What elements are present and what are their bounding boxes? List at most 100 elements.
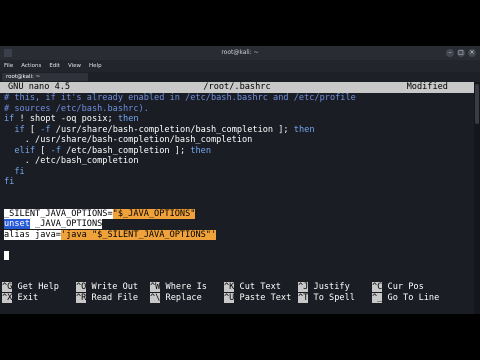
code-line: unset _JAVA_OPTIONS (0, 219, 474, 230)
code-token: ! shopt -oq posix; (14, 114, 118, 124)
shortcut-key: ^R (76, 293, 87, 303)
shortcut-bar: ^G Get Help ^O Write Out ^W Where Is ^K Cut… (0, 282, 474, 304)
shortcut-key: ^O (76, 282, 87, 292)
shortcut-item[interactable]: ^J Justify (298, 282, 372, 293)
shortcut-item[interactable]: ^_ Go To Line (372, 293, 446, 304)
shortcut-item[interactable]: ^U Paste Text (224, 293, 298, 304)
shortcut-item[interactable]: ^O Write Out (76, 282, 150, 293)
shortcut-label: Cut Text (234, 282, 281, 292)
text-cursor (4, 250, 9, 260)
text-buffer[interactable]: # this, if it's already enabled in /etc/… (0, 93, 474, 261)
code-token: /etc/bash_completion ]; (60, 145, 191, 156)
code-token: then (190, 145, 212, 156)
nano-filename: /root/.bashrc (203, 82, 271, 92)
shortcut-item[interactable]: ^G Get Help (2, 282, 76, 293)
tab-bar: root@kali: ~ (0, 72, 480, 82)
shortcut-row-1: ^G Get Help ^O Write Out ^W Where Is ^K Cut… (0, 282, 474, 293)
shortcut-key: ^T (298, 293, 309, 303)
nano-editor[interactable]: GNU nano 4.5 /root/.bashrc Modified # th… (0, 82, 474, 314)
menu-edit[interactable]: Edit (49, 60, 60, 72)
shortcut-key: ^\ (150, 293, 161, 303)
shortcut-label: Go To Line (382, 293, 440, 303)
letterbox-top (0, 0, 480, 46)
code-line: fi (0, 177, 474, 188)
window-titlebar: root@kali: ~ – □ × (0, 46, 480, 60)
code-line: alias java='java "$_SILENT_JAVA_OPTIONS"… (0, 229, 474, 241)
scrollbar[interactable] (474, 82, 480, 314)
shortcut-key: ^K (224, 282, 235, 292)
code-token: _JAVA_OPTIONS (29, 219, 103, 229)
close-icon[interactable]: × (468, 49, 476, 57)
code-token: elif (14, 145, 36, 156)
code-token: 'java "$_SILENT_JAVA_OPTIONS"' (60, 229, 217, 240)
terminal-tab[interactable]: root@kali: ~ (2, 73, 88, 81)
code-token: _SILENT_JAVA_OPTIONS= (4, 208, 113, 219)
shortcut-label: Paste Text (234, 293, 292, 303)
shortcut-row-2: ^X Exit ^R Read File ^\ Replace ^U Paste Te… (0, 293, 474, 304)
code-line: . /etc/bash_completion (0, 156, 474, 167)
shortcut-item[interactable]: ^\ Replace (150, 293, 224, 304)
shortcut-item[interactable]: ^C Cur Pos (372, 282, 446, 293)
menu-file[interactable]: File (4, 60, 13, 72)
nano-header: GNU nano 4.5 /root/.bashrc Modified (0, 82, 474, 93)
code-token: if (14, 124, 25, 135)
code-token: . /etc/bash_completion (4, 156, 139, 166)
shortcut-key: ^G (2, 282, 13, 292)
shortcut-label: Exit (12, 293, 39, 303)
code-token: then (117, 114, 139, 124)
shortcut-key: ^J (298, 282, 309, 292)
code-token: "$_JAVA_OPTIONS" (112, 208, 196, 219)
code-token: -f (40, 124, 51, 135)
shortcut-item[interactable]: ^X Exit (2, 293, 76, 304)
menu-bar: File Actions Edit View Help (0, 60, 480, 72)
nano-status: Modified (406, 82, 448, 92)
shortcut-label: Cur Pos (382, 282, 424, 292)
code-token: /usr/share/bash-completion/bash_completi… (50, 124, 294, 135)
code-token: then (293, 124, 315, 135)
shortcut-key: ^W (150, 282, 161, 292)
code-line: _SILENT_JAVA_OPTIONS="$_JAVA_OPTIONS" (0, 208, 474, 220)
nano-version: GNU nano 4.5 (8, 82, 71, 92)
code-line: # this, if it's already enabled in /etc/… (0, 93, 474, 104)
code-line: if [ -f /usr/share/bash-completion/bash_… (0, 125, 474, 136)
code-line: . /usr/share/bash-completion/bash_comple… (0, 135, 474, 146)
shortcut-item[interactable]: ^K Cut Text (224, 282, 298, 293)
shortcut-label: Get Help (12, 282, 59, 292)
code-line (0, 250, 474, 262)
shortcut-key: ^X (2, 293, 13, 303)
shortcut-key: ^U (224, 293, 235, 303)
code-line: # sources /etc/bash.bashrc). (0, 104, 474, 115)
code-line: elif [ -f /etc/bash_completion ]; then (0, 146, 474, 157)
maximize-icon[interactable]: □ (457, 49, 465, 57)
terminal-window: root@kali: ~ – □ × File Actions Edit Vie… (0, 46, 480, 314)
letterbox-bottom (0, 314, 480, 360)
scrollbar-thumb[interactable] (475, 84, 479, 124)
code-token: fi (14, 166, 25, 177)
shortcut-label: Write Out (86, 282, 139, 292)
shortcut-label: Justify (308, 282, 350, 292)
menu-view[interactable]: View (68, 60, 81, 72)
shortcut-label: Where Is (160, 282, 207, 292)
window-title: root@kali: ~ (221, 49, 259, 56)
code-line: if ! shopt -oq posix; then (0, 114, 474, 125)
code-token: -f (50, 145, 61, 156)
minimize-icon[interactable]: – (446, 49, 454, 57)
shortcut-key: ^C (372, 282, 383, 292)
shortcut-label: Read File (86, 293, 139, 303)
shortcut-label: To Spell (308, 293, 355, 303)
shortcut-item[interactable]: ^W Where Is (150, 282, 224, 293)
code-token: [ (24, 124, 41, 135)
menu-actions[interactable]: Actions (21, 60, 41, 72)
shortcut-item[interactable]: ^T To Spell (298, 293, 372, 304)
code-token: alias java= (4, 229, 61, 240)
code-line: fi (0, 167, 474, 178)
code-token: # sources /etc/bash.bashrc). (4, 103, 149, 114)
shortcut-item[interactable]: ^R Read File (76, 293, 150, 304)
code-token: # this, if it's already enabled in /etc/… (4, 93, 356, 103)
menu-help[interactable]: Help (89, 60, 102, 72)
